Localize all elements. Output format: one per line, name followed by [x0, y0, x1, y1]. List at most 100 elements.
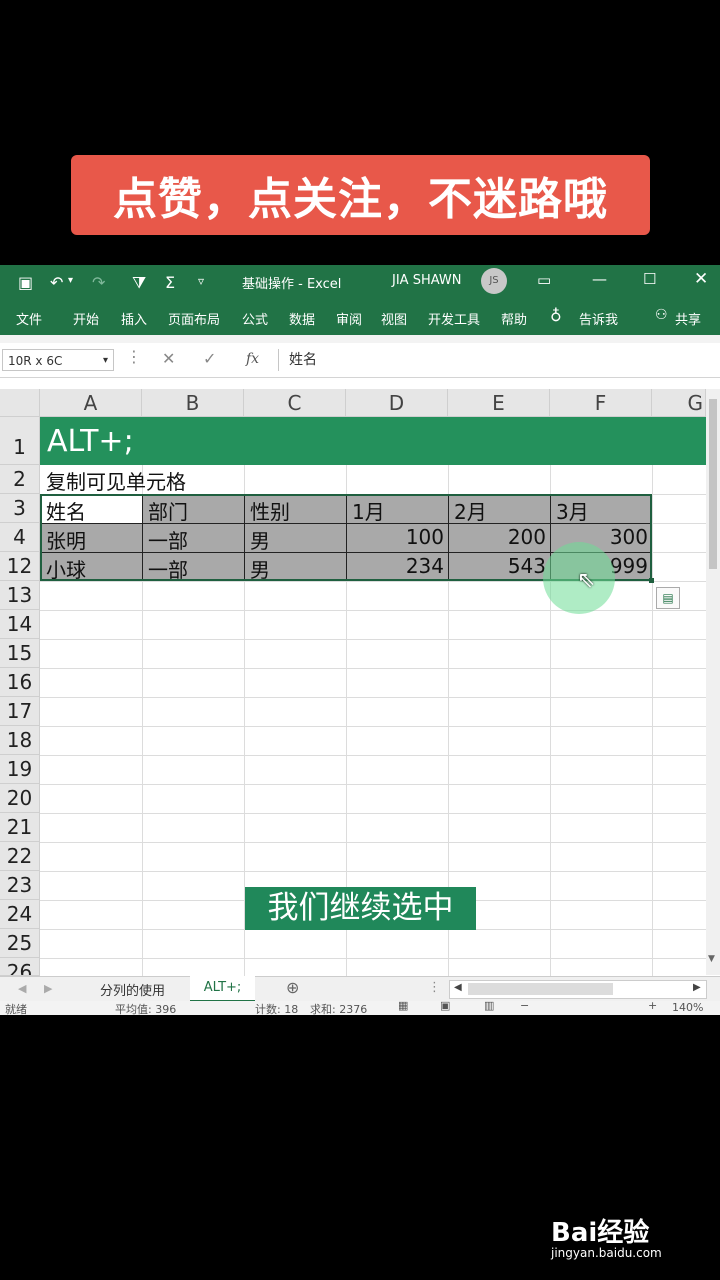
video-subtitle: 我们继续选中: [245, 887, 476, 930]
row-header-14[interactable]: 14: [0, 610, 40, 639]
chevron-down-icon[interactable]: ▾: [103, 350, 108, 372]
minimize-icon[interactable]: —: [592, 270, 607, 288]
row-header-18[interactable]: 18: [0, 726, 40, 755]
row-header-4[interactable]: 4: [0, 523, 40, 552]
row-header-17[interactable]: 17: [0, 697, 40, 726]
tab-home[interactable]: 开始: [73, 309, 99, 328]
cell-c4: 男: [250, 529, 270, 553]
name-box[interactable]: 10R x 6C ▾: [2, 349, 114, 371]
vertical-scrollbar[interactable]: ▼: [706, 389, 720, 975]
ribbon-display-icon[interactable]: ▭: [537, 271, 551, 289]
quick-analysis-icon[interactable]: ▤: [656, 587, 680, 609]
add-sheet-icon[interactable]: ⊕: [286, 978, 299, 997]
row-header-26[interactable]: 26: [0, 958, 40, 976]
header-cell-mar: 3月: [556, 500, 589, 524]
hscroll-thumb[interactable]: [468, 983, 613, 995]
share-button[interactable]: 共享: [675, 309, 701, 328]
row-header-23[interactable]: 23: [0, 871, 40, 900]
cell-a2[interactable]: 复制可见单元格: [46, 466, 186, 495]
undo-dropdown-icon[interactable]: ▾: [68, 275, 73, 286]
row1-title-cell[interactable]: ALT+;: [40, 417, 706, 465]
col-header-g[interactable]: G: [652, 389, 706, 417]
row-header-12[interactable]: 12: [0, 552, 40, 581]
hscroll-left-icon[interactable]: ◀: [454, 982, 462, 993]
horizontal-scrollbar[interactable]: ◀ ▶: [449, 980, 707, 999]
formula-input[interactable]: 姓名: [278, 349, 718, 371]
row-header-3[interactable]: 3: [0, 494, 40, 523]
title-bar: ▣ ↶ ▾ ↷ ⧩ Σ ▿ 基础操作 - Excel JIA SHAWN JS …: [0, 265, 720, 297]
row-header-21[interactable]: 21: [0, 813, 40, 842]
confirm-icon[interactable]: ✓: [203, 349, 216, 368]
col-header-e[interactable]: E: [448, 389, 550, 417]
name-box-value: 10R x 6C: [8, 354, 63, 368]
col-header-a[interactable]: A: [40, 389, 142, 417]
fill-handle[interactable]: [649, 578, 654, 583]
autosum-icon[interactable]: Σ: [165, 273, 175, 292]
tab-help[interactable]: 帮助: [501, 309, 527, 328]
undo-icon[interactable]: ↶: [50, 273, 63, 292]
formula-bar: 10R x 6C ▾ ⋮ ✕ ✓ fx 姓名: [0, 343, 720, 378]
tab-review[interactable]: 审阅: [336, 309, 362, 328]
redo-icon[interactable]: ↷: [92, 273, 105, 292]
ribbon-collapsed-area: [0, 335, 720, 343]
row-header-15[interactable]: 15: [0, 639, 40, 668]
close-icon[interactable]: ✕: [694, 269, 708, 289]
status-count: 计数: 18: [255, 1003, 299, 1015]
row-header-13[interactable]: 13: [0, 581, 40, 610]
sheet-tab-split[interactable]: 分列的使用: [100, 980, 165, 999]
watermark-url: jingyan.baidu.com: [551, 1246, 662, 1260]
tell-me-search[interactable]: 告诉我: [579, 309, 618, 328]
tab-scroll-right-icon[interactable]: ▶: [44, 982, 52, 995]
scroll-down-icon[interactable]: ▼: [708, 954, 715, 964]
watermark-brand: Bai经验: [551, 1218, 650, 1248]
save-icon[interactable]: ▣: [18, 273, 33, 292]
zoom-out-icon[interactable]: −: [520, 1001, 529, 1012]
cell-e12: 543: [507, 554, 546, 578]
page-break-view-icon[interactable]: ▥: [484, 1001, 494, 1012]
zoom-in-icon[interactable]: +: [648, 1001, 657, 1012]
cell-a12: 小球: [46, 558, 86, 582]
col-header-c[interactable]: C: [244, 389, 346, 417]
tab-insert[interactable]: 插入: [121, 309, 147, 328]
scroll-thumb[interactable]: [709, 399, 717, 569]
tab-data[interactable]: 数据: [289, 309, 315, 328]
normal-view-icon[interactable]: ▦: [398, 1001, 408, 1012]
user-name[interactable]: JIA SHAWN: [392, 273, 461, 288]
row-header-24[interactable]: 24: [0, 900, 40, 929]
tab-scroll-left-icon[interactable]: ◀: [18, 982, 26, 995]
lightbulb-icon: ♁: [550, 306, 562, 325]
row-header-1[interactable]: 1: [0, 417, 40, 465]
window-title: 基础操作 - Excel: [242, 277, 342, 292]
col-header-f[interactable]: F: [550, 389, 652, 417]
row-header-25[interactable]: 25: [0, 929, 40, 958]
row-header-16[interactable]: 16: [0, 668, 40, 697]
tab-file[interactable]: 文件: [16, 309, 42, 328]
cancel-icon[interactable]: ✕: [162, 349, 175, 368]
promo-banner: 点赞，点关注，不迷路哦: [71, 155, 650, 235]
select-all-corner[interactable]: [0, 389, 40, 417]
sheet-tab-alt[interactable]: ALT+;: [190, 976, 255, 1002]
avatar[interactable]: JS: [481, 268, 507, 294]
tab-view[interactable]: 视图: [381, 309, 407, 328]
tab-split-handle[interactable]: ⋮: [428, 980, 441, 995]
row-header-22[interactable]: 22: [0, 842, 40, 871]
header-cell-dept: 部门: [148, 500, 188, 524]
col-header-b[interactable]: B: [142, 389, 244, 417]
maximize-icon[interactable]: ☐: [643, 270, 656, 288]
row-header-20[interactable]: 20: [0, 784, 40, 813]
hscroll-right-icon[interactable]: ▶: [693, 982, 701, 993]
filter-icon[interactable]: ⧩: [132, 273, 146, 293]
page-layout-view-icon[interactable]: ▣: [440, 1001, 450, 1012]
zoom-level[interactable]: 140%: [672, 1001, 703, 1014]
title-cell-text: ALT+;: [47, 424, 134, 459]
status-ready: 就绪: [5, 1003, 27, 1015]
row-header-19[interactable]: 19: [0, 755, 40, 784]
row-header-2[interactable]: 2: [0, 465, 40, 494]
tab-developer[interactable]: 开发工具: [428, 309, 480, 328]
tab-formulas[interactable]: 公式: [242, 309, 268, 328]
status-bar: 就绪 平均值: 396 计数: 18 求和: 2376 ▦ ▣ ▥ − + 14…: [0, 1001, 720, 1015]
col-header-d[interactable]: D: [346, 389, 448, 417]
customize-qat-icon[interactable]: ▿: [198, 274, 204, 288]
insert-function-icon[interactable]: fx: [246, 351, 259, 367]
tab-page-layout[interactable]: 页面布局: [168, 309, 220, 328]
